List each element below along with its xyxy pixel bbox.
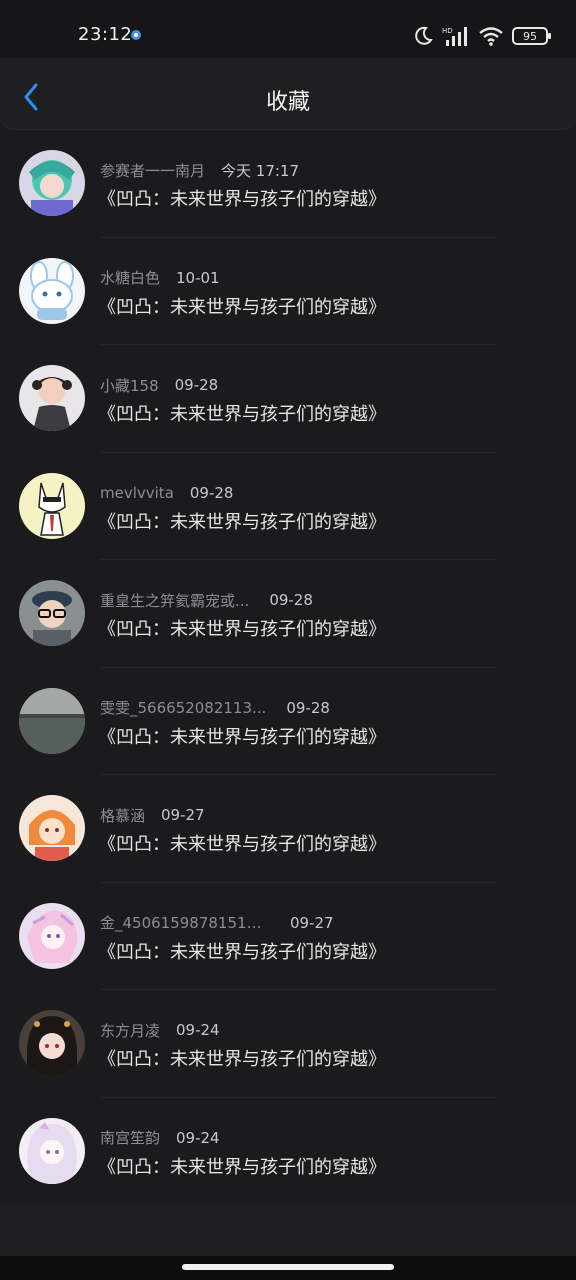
page-title: 收藏 [265,90,310,115]
item-time: 09-24 [176,1128,220,1147]
avatar[interactable] [19,365,85,431]
battery-icon: 95 [512,27,551,45]
item-meta: 参赛者一一南月 今天 17:17 [100,160,299,180]
item-meta: 水糖白色 10-01 [100,268,220,288]
item-time: 09-27 [290,913,334,932]
work-title: 《凹凸：未来世界与孩子们的穿越》 [98,296,386,318]
avatar[interactable] [19,150,85,216]
list-item[interactable]: 水糖白色 10-01 《凹凸：未来世界与孩子们的穿越》 [0,238,576,345]
item-meta: 金_450615987815124... 09-27 [100,913,334,933]
list-item[interactable]: 南宫笙韵 09-24 《凹凸：未来世界与孩子们的穿越》 [0,1098,576,1206]
work-title: 《凹凸：未来世界与孩子们的穿越》 [98,189,386,210]
home-indicator[interactable] [182,1264,394,1270]
battery-level: 95 [523,29,537,43]
item-meta: mevlvvita 09-28 [100,483,233,503]
avatar[interactable] [19,902,85,969]
status-time: 23:12 [78,24,133,45]
work-title: 《凹凸：未来世界与孩子们的穿越》 [98,404,386,425]
work-title: 《凹凸：未来世界与孩子们的穿越》 [98,834,386,855]
item-time: 09-28 [174,376,219,394]
signal-hd-label: HD [442,27,453,35]
work-title: 《凹凸：未来世界与孩子们的穿越》 [98,726,386,748]
item-meta: 格慕涵 09-27 [100,805,205,825]
user-name: mevlvvita [100,483,174,502]
status-icons: HD 95 [412,24,551,48]
item-time: 09-28 [269,591,313,609]
wifi-icon [479,27,503,46]
user-name: 格慕涵 [100,806,146,825]
work-title: 《凹凸：未来世界与孩子们的穿越》 [98,941,386,963]
moon-icon [415,26,433,45]
work-title: 《凹凸：未来世界与孩子们的穿越》 [98,619,386,640]
bottom-area [0,1204,576,1256]
list-item[interactable]: 雯雯_566652082113... 09-28 《凹凸：未来世界与孩子们的穿越… [0,668,576,775]
avatar[interactable] [19,580,85,646]
item-time: 09-28 [286,698,330,717]
signal-icon: HD [442,27,467,46]
favorites-list: 参赛者一一南月 今天 17:17 《凹凸：未来世界与孩子们的穿越》 水糖白色 1… [0,130,576,1205]
avatar[interactable] [19,795,85,861]
item-time: 09-28 [189,483,234,502]
item-time: 10-01 [176,268,220,287]
user-name: 南宫笙韵 [100,1129,161,1147]
avatar[interactable] [19,1010,85,1076]
user-name: 水糖白色 [100,269,161,287]
user-name: 雯雯_566652082113... [100,699,267,717]
item-time: 09-24 [176,1021,220,1039]
item-meta: 东方月凌 09-24 [100,1020,220,1040]
list-item[interactable]: 金_450615987815124... 09-27 《凹凸：未来世界与孩子们的… [0,883,576,990]
item-meta: 小藏158 09-28 [100,375,218,395]
user-name: 小藏158 [100,376,159,395]
list-item[interactable]: 小藏158 09-28 《凹凸：未来世界与孩子们的穿越》 [0,345,576,453]
list-item[interactable]: 重皇生之笄氦霸宠或... 09-28 《凹凸：未来世界与孩子们的穿越》 [0,560,576,668]
list-item[interactable]: mevlvvita 09-28 《凹凸：未来世界与孩子们的穿越》 [0,453,576,560]
item-time: 09-27 [161,806,205,824]
avatar[interactable] [19,1117,85,1184]
avatar[interactable] [19,472,85,539]
home-indicator-bar [0,1256,576,1280]
user-name: 参赛者一一南月 [100,161,206,180]
user-name: 东方月凌 [100,1021,161,1040]
avatar[interactable] [19,687,85,754]
notification-icon [131,30,141,40]
work-title: 《凹凸：未来世界与孩子们的穿越》 [98,511,386,533]
item-meta: 南宫笙韵 09-24 [100,1128,220,1148]
item-meta: 雯雯_566652082113... 09-28 [100,698,330,718]
list-item[interactable]: 东方月凌 09-24 《凹凸：未来世界与孩子们的穿越》 [0,990,576,1098]
list-item[interactable]: 参赛者一一南月 今天 17:17 《凹凸：未来世界与孩子们的穿越》 [0,130,576,238]
list-item[interactable]: 格慕涵 09-27 《凹凸：未来世界与孩子们的穿越》 [0,775,576,883]
item-meta: 重皇生之笄氦霸宠或... 09-28 [100,590,313,610]
avatar[interactable] [19,257,85,324]
header: 收藏 [0,58,576,130]
work-title: 《凹凸：未来世界与孩子们的穿越》 [98,1156,386,1178]
work-title: 《凹凸：未来世界与孩子们的穿越》 [98,1049,386,1070]
user-name: 重皇生之笄氦霸宠或... [100,591,250,610]
item-time: 今天 17:17 [221,161,300,180]
user-name: 金_450615987815124... [100,914,270,932]
status-bar: 23:12 HD 95 [0,0,576,58]
